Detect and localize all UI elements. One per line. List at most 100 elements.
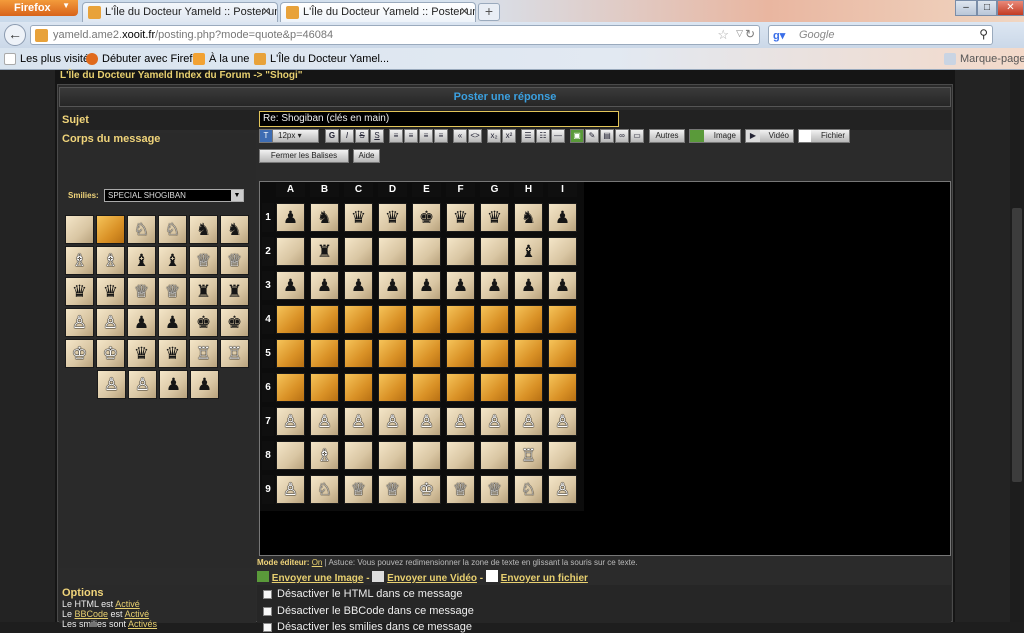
quote-icon[interactable]: « [453, 129, 467, 143]
close-tab-icon[interactable]: ✕ [460, 5, 469, 18]
body-label: Corps du message [62, 133, 161, 145]
board-piece: ♟ [344, 271, 373, 300]
smiley-piece: ♖ [189, 339, 218, 368]
url-history-dropdown-icon[interactable]: ▽ [736, 28, 743, 39]
align-right-icon[interactable]: ≡ [419, 129, 433, 143]
window-icon[interactable]: ▭ [630, 129, 644, 143]
firefox-menu-button[interactable]: Firefox ▼ [0, 0, 78, 16]
white-gold-icon: ♕ [133, 282, 150, 301]
address-bar[interactable]: yameld.ame2.xooit.fr/posting.php?mode=qu… [30, 25, 760, 45]
help-button[interactable]: Aide [353, 149, 380, 163]
bbcode-status-link[interactable]: Activé [125, 609, 150, 619]
smiley-piece: ♙ [65, 308, 94, 337]
close-window-button[interactable]: ✕ [997, 0, 1024, 16]
search-icon[interactable]: ⚲ [979, 27, 988, 41]
code-icon[interactable]: <> [468, 129, 482, 143]
board-column-label: A [276, 183, 305, 197]
send-file-link[interactable]: Envoyer un fichier [501, 573, 588, 584]
browser-tab[interactable]: L'Île du Docteur Yameld :: Poster une ..… [82, 2, 278, 22]
italic-button[interactable]: I [340, 129, 354, 143]
board-light-square [344, 237, 373, 266]
smiley-piece: ♝ [158, 246, 187, 275]
bookmark-star-icon[interactable]: ☆ [717, 27, 729, 43]
reload-icon[interactable]: ↻ [745, 27, 755, 41]
smilies-status-link[interactable]: Activés [128, 619, 157, 629]
black-pawn-icon: ♟ [486, 276, 503, 295]
board-light-square [412, 441, 441, 470]
bookmark-item[interactable]: À la une [193, 53, 249, 65]
image-icon [690, 130, 704, 142]
back-button[interactable]: ← [4, 24, 26, 46]
white-pawn-icon: ♙ [520, 412, 537, 431]
board-dark-square [276, 339, 305, 368]
hr-icon[interactable]: — [551, 129, 565, 143]
strike-button[interactable]: S [355, 129, 369, 143]
subject-input[interactable]: Re: Shogiban (clés en main) [259, 111, 619, 127]
align-left-icon[interactable]: ≡ [389, 129, 403, 143]
underline-button[interactable]: S [370, 129, 384, 143]
justify-icon[interactable]: ≡ [434, 129, 448, 143]
bookmarks-menu[interactable]: Marque-pages [944, 53, 1024, 65]
bold-button[interactable]: G [325, 129, 339, 143]
list-icon[interactable]: ☰ [521, 129, 535, 143]
disable-bbcode-checkbox[interactable] [263, 607, 272, 616]
bbcode-link[interactable]: BBCode [75, 609, 109, 619]
superscript-icon[interactable]: x² [502, 129, 516, 143]
minimize-button[interactable]: – [955, 0, 977, 16]
white-gold-icon: ♕ [384, 480, 401, 499]
black-gold-icon: ♛ [133, 344, 150, 363]
page-scrollbar[interactable] [1010, 70, 1024, 622]
board-column-label: C [344, 183, 373, 197]
board-dark-square [548, 305, 577, 334]
html-status-link[interactable]: Activé [115, 599, 140, 609]
media-icon[interactable]: ▤ [600, 129, 614, 143]
white-knight-icon: ♘ [164, 220, 181, 239]
message-editor[interactable]: A B C D E F G H I 1 2 3 4 5 6 7 8 9 ♟ ♞ ♛ ♛ ♚ ♛ ♛ ♞ ♟ ♜ ♝ ♟ ♟ ♟ ♟ ♟ ♟ ♟ ♟ ♟ ♙ ♙… [259, 181, 951, 556]
close-tab-icon[interactable]: ✕ [262, 5, 271, 18]
subscript-icon[interactable]: x₂ [487, 129, 501, 143]
send-image-link[interactable]: Envoyer une Image [272, 573, 364, 584]
disable-smilies-checkbox[interactable] [263, 623, 272, 632]
mode-toggle-link[interactable]: On [312, 558, 323, 567]
bookmark-item[interactable]: L'Île du Docteur Yamel... [254, 53, 389, 65]
smilies-select[interactable]: SPECIAL SHOGIBAN ▼ [104, 189, 244, 202]
board-piece: ♝ [514, 237, 543, 266]
bookmark-item[interactable]: Débuter avec Firefox [86, 53, 204, 65]
pen-icon[interactable]: ✎ [585, 129, 599, 143]
numbered-list-icon[interactable]: ☷ [536, 129, 550, 143]
disable-html-checkbox[interactable] [263, 590, 272, 599]
board-piece: ♙ [310, 407, 339, 436]
options-title: Options [62, 587, 104, 599]
autres-button[interactable]: Autres [649, 129, 685, 143]
link-icon[interactable]: ∞ [615, 129, 629, 143]
white-knight-icon: ♘ [520, 480, 537, 499]
black-knight-icon: ♞ [520, 208, 537, 227]
browser-tab-active[interactable]: L'Île du Docteur Yameld :: Poster une ..… [280, 2, 476, 22]
breadcrumb[interactable]: L'Île du Docteur Yameld Index du Forum -… [60, 70, 303, 81]
board-piece: ♚ [412, 203, 441, 232]
board-light-square [548, 441, 577, 470]
black-lance-icon: ♟ [282, 208, 299, 227]
white-pawn-icon: ♙ [486, 412, 503, 431]
board-row-label: 7 [262, 407, 274, 436]
image-icon[interactable]: ▣ [570, 129, 584, 143]
send-video-link[interactable]: Envoyer une Vidéo [387, 573, 477, 584]
site-favicon-icon [88, 6, 101, 19]
align-center-icon[interactable]: ≡ [404, 129, 418, 143]
black-king-icon: ♚ [418, 208, 435, 227]
close-tags-button[interactable]: Fermer les Balises [259, 149, 349, 163]
smiley-piece: ♟ [190, 370, 219, 399]
maximize-button[interactable]: □ [977, 0, 997, 16]
file-icon [485, 570, 498, 582]
white-silver-icon: ♕ [350, 480, 367, 499]
scrollbar-thumb[interactable] [1012, 208, 1022, 482]
new-tab-button[interactable]: + [478, 3, 500, 21]
smiley-piece: ♚ [220, 308, 249, 337]
subject-label: Sujet [62, 114, 89, 126]
bookmark-item[interactable]: Les plus visités [4, 53, 95, 65]
board-dark-square [276, 305, 305, 334]
board-dark-square [548, 339, 577, 368]
white-lance-icon: ♙ [554, 480, 571, 499]
search-input[interactable]: g▾ Google ⚲ [768, 25, 993, 45]
chevron-down-icon: ▼ [62, 1, 70, 10]
